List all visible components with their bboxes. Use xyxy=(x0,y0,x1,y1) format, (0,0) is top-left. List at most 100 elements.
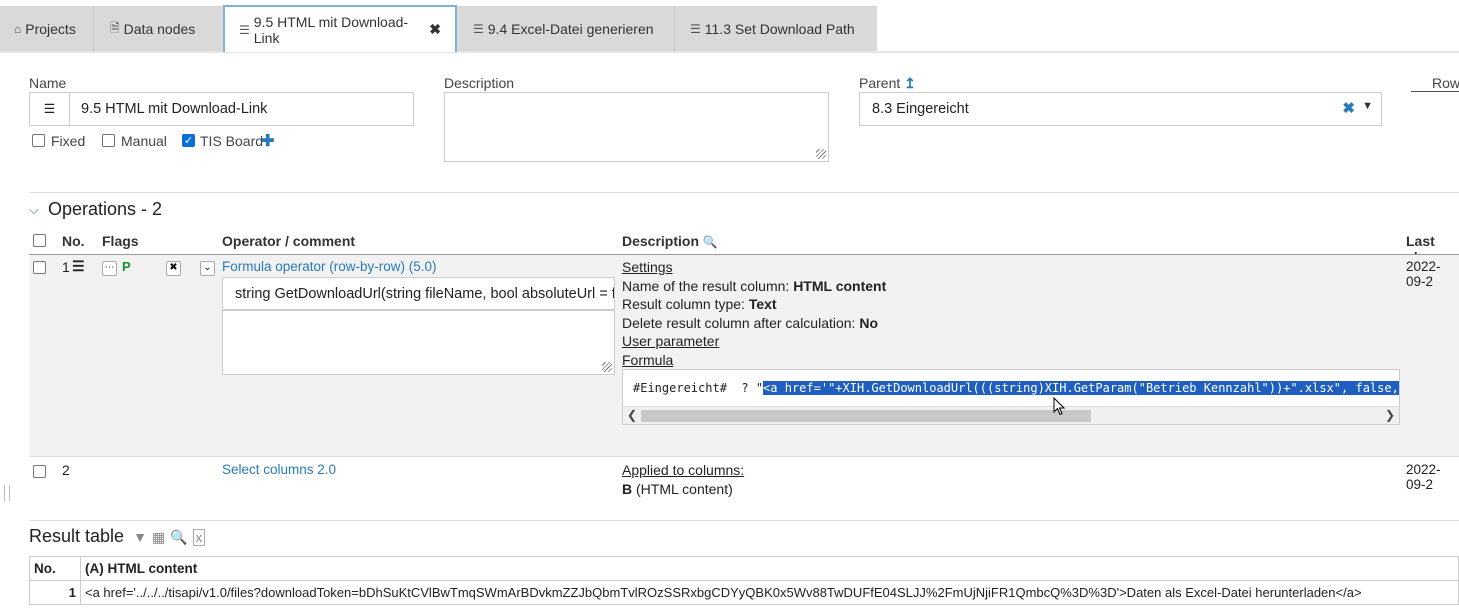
name-label: Name xyxy=(29,75,67,91)
header-operator: Operator / comment xyxy=(222,233,356,249)
last-changed: 2022-09-2 xyxy=(1406,259,1441,289)
tab-11-3-set-download[interactable]: ☰ 11.3 Set Download Path xyxy=(676,6,876,52)
select-all-checkbox[interactable] xyxy=(33,234,46,247)
delete-column-value: No xyxy=(859,315,879,331)
description-label: Description xyxy=(444,75,515,91)
delete-column-label: Delete result column after calculation: xyxy=(622,315,860,331)
result-type-label: Result column type: xyxy=(622,296,749,312)
formula-code[interactable]: #Eingereicht# ? "<a href='"+XIH.GetDownl… xyxy=(633,381,1399,395)
scrollbar-thumb[interactable] xyxy=(641,410,1091,422)
chevron-down-icon[interactable]: ⌵ xyxy=(29,202,39,218)
header-col-a[interactable]: (A) HTML content xyxy=(80,556,1459,581)
header-no[interactable]: No. xyxy=(29,556,81,581)
fixed-checkbox[interactable] xyxy=(32,134,45,147)
horizontal-scrollbar[interactable]: ❮ ❯ xyxy=(623,406,1399,424)
header-description-label: Description xyxy=(622,233,700,249)
comment-input[interactable]: string GetDownloadUrl(string fileName, b… xyxy=(222,277,615,310)
excel-export-icon[interactable]: x xyxy=(192,529,206,546)
add-icon[interactable]: ✚ xyxy=(261,131,274,151)
section-divider xyxy=(29,192,1459,193)
more-icon[interactable]: ⋯ xyxy=(102,261,117,276)
tab-label: 9.4 Excel-Datei generieren xyxy=(487,21,654,37)
tab-projects[interactable]: ⌂ Projects xyxy=(0,6,94,52)
manual-checkbox[interactable] xyxy=(102,134,115,147)
result-column-line: Name of the result column: HTML content xyxy=(622,278,886,294)
filter-icon[interactable]: ▼ xyxy=(133,529,147,545)
chevron-down-icon[interactable]: ▼ xyxy=(1362,100,1373,112)
cell-value[interactable]: <a href='../../../tisapi/v1.0/files?down… xyxy=(80,580,1459,605)
formula-prefix: #Eingereicht# ? " xyxy=(633,381,764,395)
operator-link[interactable]: Formula operator (row-by-row) (5.0) xyxy=(222,259,437,274)
result-type-value: Text xyxy=(748,296,777,312)
operations-title: Operations - 2 xyxy=(48,199,163,219)
formula-code-box[interactable]: #Eingereicht# ? "<a href='"+XIH.GetDownl… xyxy=(622,369,1400,425)
fixed-label: Fixed xyxy=(51,133,86,149)
description-textarea[interactable] xyxy=(444,92,829,162)
zoom-icon[interactable]: 🔍 xyxy=(703,235,718,249)
table-header-row: No. (A) HTML content xyxy=(29,556,1459,581)
resize-grip-icon[interactable] xyxy=(602,362,612,372)
flag-p: P xyxy=(122,259,131,274)
applied-columns-label: Applied to columns: xyxy=(622,462,745,478)
rows-label: Rows xyxy=(1432,75,1459,91)
close-icon[interactable]: ✖ xyxy=(429,21,441,38)
clear-icon[interactable]: ✖ xyxy=(1342,99,1355,117)
formula-selection: <a href='"+XIH.GetDownloadUrl(((string)X… xyxy=(763,381,1399,395)
node-icon: ☰ xyxy=(239,22,250,37)
result-column-value: HTML content xyxy=(793,278,887,294)
tab-label: Projects xyxy=(25,21,76,37)
row-checkbox[interactable] xyxy=(33,261,46,274)
parent-select[interactable]: 8.3 Eingereicht ✖ ▼ xyxy=(859,92,1382,126)
operator-link[interactable]: Select columns 2.0 xyxy=(222,462,336,477)
zoom-icon[interactable]: 🔍 xyxy=(170,529,187,545)
header-description: Description 🔍 xyxy=(622,233,718,249)
header-no: No. xyxy=(62,233,85,249)
applied-column-name: (HTML content) xyxy=(632,481,733,497)
parent-link-icon[interactable]: ↥ xyxy=(904,75,916,91)
name-field[interactable]: ☰ 9.5 HTML mit Download-Link xyxy=(29,92,414,126)
result-table-title: Result table ▼ ▦ 🔍 x xyxy=(29,526,206,547)
mouse-cursor-icon xyxy=(1053,397,1066,416)
parent-label: Parent ↥ xyxy=(859,75,916,92)
node-icon: ☰ xyxy=(30,93,70,125)
table-icon[interactable]: ▦ xyxy=(152,529,165,545)
splitter-handle[interactable] xyxy=(4,485,10,501)
rows-divider xyxy=(1411,91,1459,92)
last-changed: 2022-09-2 xyxy=(1406,462,1441,492)
applied-columns-line: B (HTML content) xyxy=(622,481,733,497)
manual-label: Manual xyxy=(121,133,167,149)
comment-textarea[interactable] xyxy=(222,310,615,375)
tab-9-4-excel[interactable]: ☰ 9.4 Excel-Datei generieren xyxy=(459,6,675,52)
row-number: 1 xyxy=(62,259,70,275)
tab-label: 9.5 HTML mit Download-Link xyxy=(253,13,409,46)
result-column-label: Name of the result column: xyxy=(622,278,794,294)
tab-data-nodes[interactable]: 🗎 Data nodes xyxy=(96,6,222,52)
user-parameter-link[interactable]: User parameter xyxy=(622,333,719,349)
result-table: No. (A) HTML content 1 <a href='../../..… xyxy=(29,556,1459,605)
name-value: 9.5 HTML mit Download-Link xyxy=(81,101,268,117)
chevron-down-icon[interactable]: ⌄ xyxy=(200,261,215,276)
applied-column-letter: B xyxy=(622,481,633,497)
tab-9-5-html[interactable]: ☰ 9.5 HTML mit Download-Link ✖ xyxy=(223,5,457,52)
delete-icon[interactable]: ✖ xyxy=(166,261,181,276)
settings-link[interactable]: Settings xyxy=(622,259,673,275)
header-flags: Flags xyxy=(102,233,139,249)
parent-value: 8.3 Eingereicht xyxy=(872,101,969,117)
node-icon: ☰ xyxy=(690,22,701,36)
parent-label-text: Parent xyxy=(859,75,901,91)
drag-handle-icon[interactable]: ☰ xyxy=(72,258,85,275)
scroll-left-icon[interactable]: ❮ xyxy=(627,408,637,422)
tab-label: Data nodes xyxy=(123,21,196,37)
node-icon: ☰ xyxy=(473,22,484,36)
delete-column-line: Delete result column after calculation: … xyxy=(622,315,878,331)
result-type-line: Result column type: Text xyxy=(622,296,777,312)
scroll-right-icon[interactable]: ❯ xyxy=(1385,408,1395,422)
table-row: 1 <a href='../../../tisapi/v1.0/files?do… xyxy=(29,580,1459,605)
formula-link[interactable]: Formula xyxy=(622,352,673,368)
row-checkbox[interactable] xyxy=(33,465,46,478)
resize-grip-icon[interactable] xyxy=(816,149,826,159)
row-number: 1 xyxy=(29,580,81,605)
tis-board-checkbox[interactable]: ✓ xyxy=(182,134,195,147)
document-icon: 🗎 xyxy=(110,20,120,35)
result-title-text: Result table xyxy=(29,526,125,546)
